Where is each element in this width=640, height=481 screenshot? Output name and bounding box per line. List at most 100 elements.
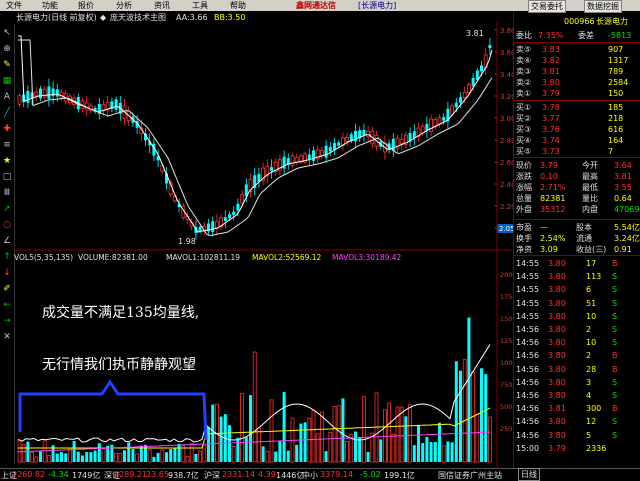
tick-price: 3.80 (548, 417, 566, 427)
left-arrow-icon[interactable]: ← (2, 300, 12, 310)
volume-bar (156, 452, 160, 462)
box-icon[interactable]: □ (2, 172, 12, 182)
volume-bar (299, 423, 303, 462)
volume-bar (207, 427, 210, 462)
tick-volume: 6 (586, 285, 592, 295)
tick-time: 14:56 (516, 391, 540, 400)
tick-direction: S (612, 417, 618, 427)
bid-row: 买④ 3.74 164 (516, 135, 640, 146)
ask-label: 卖⑤ (516, 45, 532, 54)
volume-bar (256, 427, 261, 463)
candle (345, 136, 350, 142)
stat2-row: 换手 2.54% 流通 3.24亿 (516, 233, 640, 244)
kline-chart[interactable]: 3.803.603.403.203.002.802.602.402.202.00… (14, 22, 513, 468)
volume-bar (169, 449, 173, 462)
menu-help[interactable]: 帮助 (230, 0, 246, 11)
tick-direction: S (612, 325, 618, 334)
candle (223, 217, 227, 222)
volume-bars (17, 317, 492, 463)
volume-bar (366, 451, 370, 462)
fib-icon[interactable]: Ⅲ (2, 188, 12, 198)
candle (462, 91, 467, 98)
delete-icon[interactable]: ✕ (2, 332, 12, 342)
draw-icon[interactable]: ✎ (2, 60, 12, 70)
volume-bar (311, 409, 316, 463)
price-tick: 3.20 (500, 93, 513, 101)
stat-value: 47069 (614, 205, 640, 214)
angle-icon[interactable]: ∠ (2, 236, 12, 246)
down-arrow-icon[interactable]: ↓ (2, 268, 12, 278)
candle (399, 138, 404, 145)
menu-tools[interactable]: 工具 (192, 0, 208, 11)
menu-bar: 文件 功能 报价 分析 资讯 工具 帮助 鑫网通达信 [长源电力] 交易委托 数… (0, 0, 640, 13)
tick-time: 14:56 (516, 404, 540, 414)
tick-direction: B (612, 351, 618, 361)
tick-row: 14:56 3.81 300 B (516, 403, 640, 414)
tab-daily[interactable]: 日线 (518, 468, 540, 481)
volume-bar (72, 441, 76, 462)
volume-bar (332, 406, 337, 463)
arrow-icon[interactable]: ➚ (2, 204, 12, 214)
price-tick: 2.40 (500, 181, 513, 189)
volume-bar (328, 432, 333, 463)
price-axis: 3.803.603.403.203.002.802.602.402.202.00 (495, 27, 513, 233)
stat2-row: 净资 3.09 收益(三) 0.91 (516, 244, 640, 255)
tick-row: 15:00 3.79 2336 (516, 443, 640, 454)
volume-bar (101, 448, 106, 463)
menu-function[interactable]: 功能 (42, 0, 58, 11)
menu-file[interactable]: 文件 (6, 0, 22, 11)
volume-bar (487, 416, 492, 463)
bid-label: 买① (516, 103, 532, 112)
tick-price: 3.80 (548, 298, 566, 308)
stat-row: 涨跌 0.10 最高 3.81 (516, 171, 640, 182)
volume-bar (85, 452, 89, 462)
vol-header-volume: VOLUME:82381.00 (78, 253, 148, 262)
tick-volume: 4 (586, 391, 592, 400)
price-tick: 3.00 (500, 115, 513, 123)
vol-header-mavol2: MAVOL2:52569.12 (252, 253, 322, 262)
menu-quote[interactable]: 报价 (78, 0, 94, 11)
text-icon[interactable]: A (2, 92, 12, 102)
candles (17, 38, 492, 240)
zx-value: 3379.14 (320, 470, 354, 479)
stat-value: 0.10 (540, 172, 558, 181)
volume-bar (144, 444, 147, 462)
mark-icon[interactable]: ✚ (2, 124, 12, 134)
tick-volume: 28 (586, 364, 597, 374)
ask-label: 卖④ (516, 56, 532, 65)
ruler-icon[interactable]: ≡ (2, 140, 12, 150)
vol-header-vol: VOL5(5,35,135) (14, 253, 73, 262)
star-icon[interactable]: ★ (2, 156, 12, 166)
candle (475, 70, 479, 80)
volume-bar (17, 439, 22, 463)
pencil-icon[interactable]: ✐ (2, 284, 12, 294)
tick-direction: S (612, 272, 618, 282)
line-icon[interactable]: ╱ (2, 108, 12, 118)
sh-value: 2260.82 (12, 470, 46, 479)
tick-direction: S (612, 338, 618, 348)
tick-row: 14:56 3.80 4 S (516, 390, 640, 401)
candle (47, 86, 51, 99)
cursor-icon[interactable]: ↖ (2, 28, 12, 38)
up-arrow-icon[interactable]: ↑ (2, 252, 12, 262)
stat-value: 3.79 (540, 161, 558, 170)
volume-bar (194, 453, 198, 462)
stat2-label: 市盈 (516, 223, 532, 232)
ask-volume: 907 (608, 45, 624, 54)
stat-value: 3.81 (614, 172, 632, 181)
zoom-icon[interactable]: ⊕ (2, 44, 12, 54)
volume-bar (315, 433, 320, 463)
right-arrow-icon[interactable]: → (2, 316, 12, 326)
circle-icon[interactable]: ○ (2, 220, 12, 230)
menu-news[interactable]: 资讯 (154, 0, 170, 11)
tick-time: 14:56 (516, 351, 540, 361)
hs-change: 4.39 (258, 470, 276, 479)
volume-axis: 20000 17500 15000 12500 10000 7500 5000 2500 (500, 271, 513, 433)
volume-tick: 20000 (500, 271, 513, 279)
low-label: 1.98 (178, 237, 196, 246)
sh-amount: 1749亿 (72, 471, 101, 480)
menu-analysis[interactable]: 分析 (116, 0, 132, 11)
grid-icon[interactable]: ▦ (2, 76, 12, 86)
ask-price: 3.80 (542, 78, 560, 87)
stat-row: 总量 82381 量比 0.64 (516, 193, 640, 204)
